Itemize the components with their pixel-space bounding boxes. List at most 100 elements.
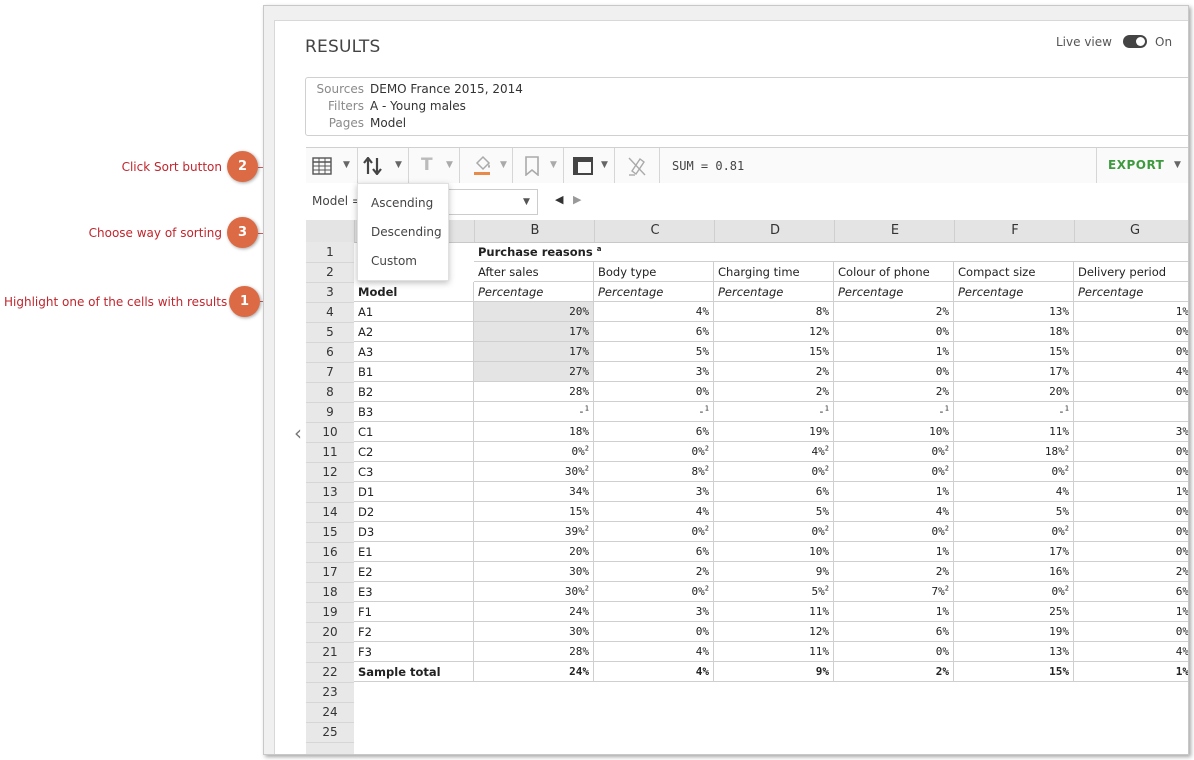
row-label[interactable]: F1 bbox=[354, 602, 474, 622]
data-cell[interactable]: 0% bbox=[834, 322, 954, 342]
data-cell[interactable]: 0% bbox=[1074, 442, 1188, 462]
data-cell[interactable]: 0%2 bbox=[834, 522, 954, 542]
data-cell[interactable]: 1% bbox=[834, 342, 954, 362]
data-cell[interactable]: 4% bbox=[1074, 642, 1188, 662]
column-subheader[interactable]: After sales bbox=[474, 262, 594, 282]
row-header[interactable]: 3 bbox=[306, 282, 354, 303]
row-header[interactable]: 5 bbox=[306, 322, 354, 343]
row-label-header[interactable]: Model bbox=[354, 282, 474, 302]
data-cell[interactable]: 13% bbox=[954, 642, 1074, 662]
unit-label[interactable]: Percentage bbox=[594, 282, 714, 302]
data-cell[interactable]: 20% bbox=[474, 302, 594, 322]
row-header[interactable]: 21 bbox=[306, 642, 354, 663]
row-header[interactable]: 1 bbox=[306, 242, 354, 263]
row-label[interactable]: Sample total bbox=[354, 662, 474, 682]
data-cell[interactable]: 20% bbox=[474, 542, 594, 562]
data-cell[interactable]: 6% bbox=[594, 542, 714, 562]
sort-button[interactable]: ▼ bbox=[358, 148, 408, 184]
data-cell[interactable]: 30% bbox=[474, 562, 594, 582]
column-header[interactable]: D bbox=[714, 220, 835, 242]
bookmark-button[interactable]: ▼ bbox=[513, 148, 563, 184]
data-cell[interactable]: 9% bbox=[714, 562, 834, 582]
data-cell[interactable]: 0% bbox=[834, 362, 954, 382]
data-cell[interactable]: 34% bbox=[474, 482, 594, 502]
data-cell[interactable]: -1 bbox=[474, 402, 594, 422]
data-cell[interactable]: 4% bbox=[1074, 362, 1188, 382]
data-cell[interactable]: 0% bbox=[594, 622, 714, 642]
column-subheader[interactable]: Colour of phone bbox=[834, 262, 954, 282]
data-cell[interactable]: 30%2 bbox=[474, 582, 594, 602]
unit-label[interactable]: Percentage bbox=[834, 282, 954, 302]
data-cell[interactable]: 28% bbox=[474, 642, 594, 662]
row-label[interactable]: B3 bbox=[354, 402, 474, 422]
data-cell[interactable]: 6% bbox=[1074, 582, 1188, 602]
row-header[interactable]: 4 bbox=[306, 302, 354, 323]
data-cell[interactable]: 19% bbox=[714, 422, 834, 442]
column-header[interactable]: F bbox=[954, 220, 1075, 242]
disable-formatting-button[interactable] bbox=[615, 148, 659, 184]
row-label[interactable]: A2 bbox=[354, 322, 474, 342]
data-cell[interactable] bbox=[1074, 402, 1188, 422]
sort-ascending-option[interactable]: Ascending bbox=[371, 196, 433, 210]
data-cell[interactable]: 0%2 bbox=[474, 442, 594, 462]
data-cell[interactable]: 11% bbox=[714, 602, 834, 622]
row-header[interactable]: 12 bbox=[306, 462, 354, 483]
table-view-button[interactable]: ▼ bbox=[310, 148, 356, 184]
layout-button[interactable]: ▼ bbox=[564, 148, 614, 184]
row-label[interactable]: E3 bbox=[354, 582, 474, 602]
column-header[interactable]: G bbox=[1074, 220, 1188, 242]
row-label[interactable]: F2 bbox=[354, 622, 474, 642]
column-header[interactable]: C bbox=[594, 220, 715, 242]
column-subheader[interactable]: Delivery period bbox=[1074, 262, 1188, 282]
row-label[interactable]: B2 bbox=[354, 382, 474, 402]
data-cell[interactable]: 15% bbox=[714, 342, 834, 362]
data-cell[interactable]: 0%2 bbox=[594, 522, 714, 542]
data-cell[interactable]: 0% bbox=[1074, 322, 1188, 342]
data-cell[interactable]: 19% bbox=[954, 622, 1074, 642]
row-header[interactable]: 18 bbox=[306, 582, 354, 603]
data-cell[interactable]: 24% bbox=[474, 662, 594, 682]
data-cell[interactable]: 0%2 bbox=[594, 442, 714, 462]
unit-label[interactable]: Percentage bbox=[714, 282, 834, 302]
data-cell[interactable]: 0% bbox=[1074, 462, 1188, 482]
data-cell[interactable]: 3% bbox=[594, 362, 714, 382]
data-cell[interactable]: 39%2 bbox=[474, 522, 594, 542]
row-header[interactable]: 24 bbox=[306, 702, 354, 723]
data-cell[interactable]: 12% bbox=[714, 622, 834, 642]
data-cell[interactable]: 6% bbox=[594, 322, 714, 342]
data-cell[interactable]: 30% bbox=[474, 622, 594, 642]
data-cell[interactable]: 17% bbox=[954, 362, 1074, 382]
data-cell[interactable]: 13% bbox=[954, 302, 1074, 322]
data-cell[interactable]: 2% bbox=[714, 362, 834, 382]
data-cell[interactable]: 2% bbox=[834, 562, 954, 582]
data-cell[interactable]: 4% bbox=[834, 502, 954, 522]
data-cell[interactable]: 11% bbox=[954, 422, 1074, 442]
data-cell[interactable]: 4% bbox=[594, 302, 714, 322]
data-cell[interactable]: 6% bbox=[834, 622, 954, 642]
data-cell[interactable]: 8%2 bbox=[594, 462, 714, 482]
row-label[interactable]: E1 bbox=[354, 542, 474, 562]
row-label[interactable]: A1 bbox=[354, 302, 474, 322]
data-cell[interactable]: 15% bbox=[954, 662, 1074, 682]
data-cell[interactable]: -1 bbox=[954, 402, 1074, 422]
column-subheader[interactable]: Body type bbox=[594, 262, 714, 282]
row-header[interactable]: 20 bbox=[306, 622, 354, 643]
data-cell[interactable]: 0%2 bbox=[594, 582, 714, 602]
data-cell[interactable]: 27% bbox=[474, 362, 594, 382]
data-cell[interactable]: 15% bbox=[954, 342, 1074, 362]
data-cell[interactable]: 0%2 bbox=[954, 582, 1074, 602]
data-cell[interactable]: 0% bbox=[1074, 382, 1188, 402]
data-cell[interactable]: 16% bbox=[954, 562, 1074, 582]
text-format-button[interactable]: T ▼ bbox=[409, 148, 459, 184]
data-cell[interactable]: 0% bbox=[1074, 502, 1188, 522]
data-cell[interactable]: 17% bbox=[474, 342, 594, 362]
row-label[interactable]: C2 bbox=[354, 442, 474, 462]
data-cell[interactable]: -1 bbox=[594, 402, 714, 422]
column-header[interactable]: E bbox=[834, 220, 955, 242]
row-header[interactable]: 8 bbox=[306, 382, 354, 403]
row-header[interactable]: 15 bbox=[306, 522, 354, 543]
row-header[interactable]: 22 bbox=[306, 662, 354, 683]
data-cell[interactable]: 3% bbox=[594, 482, 714, 502]
unit-label[interactable]: Percentage bbox=[1074, 282, 1188, 302]
unit-label[interactable]: Percentage bbox=[954, 282, 1074, 302]
